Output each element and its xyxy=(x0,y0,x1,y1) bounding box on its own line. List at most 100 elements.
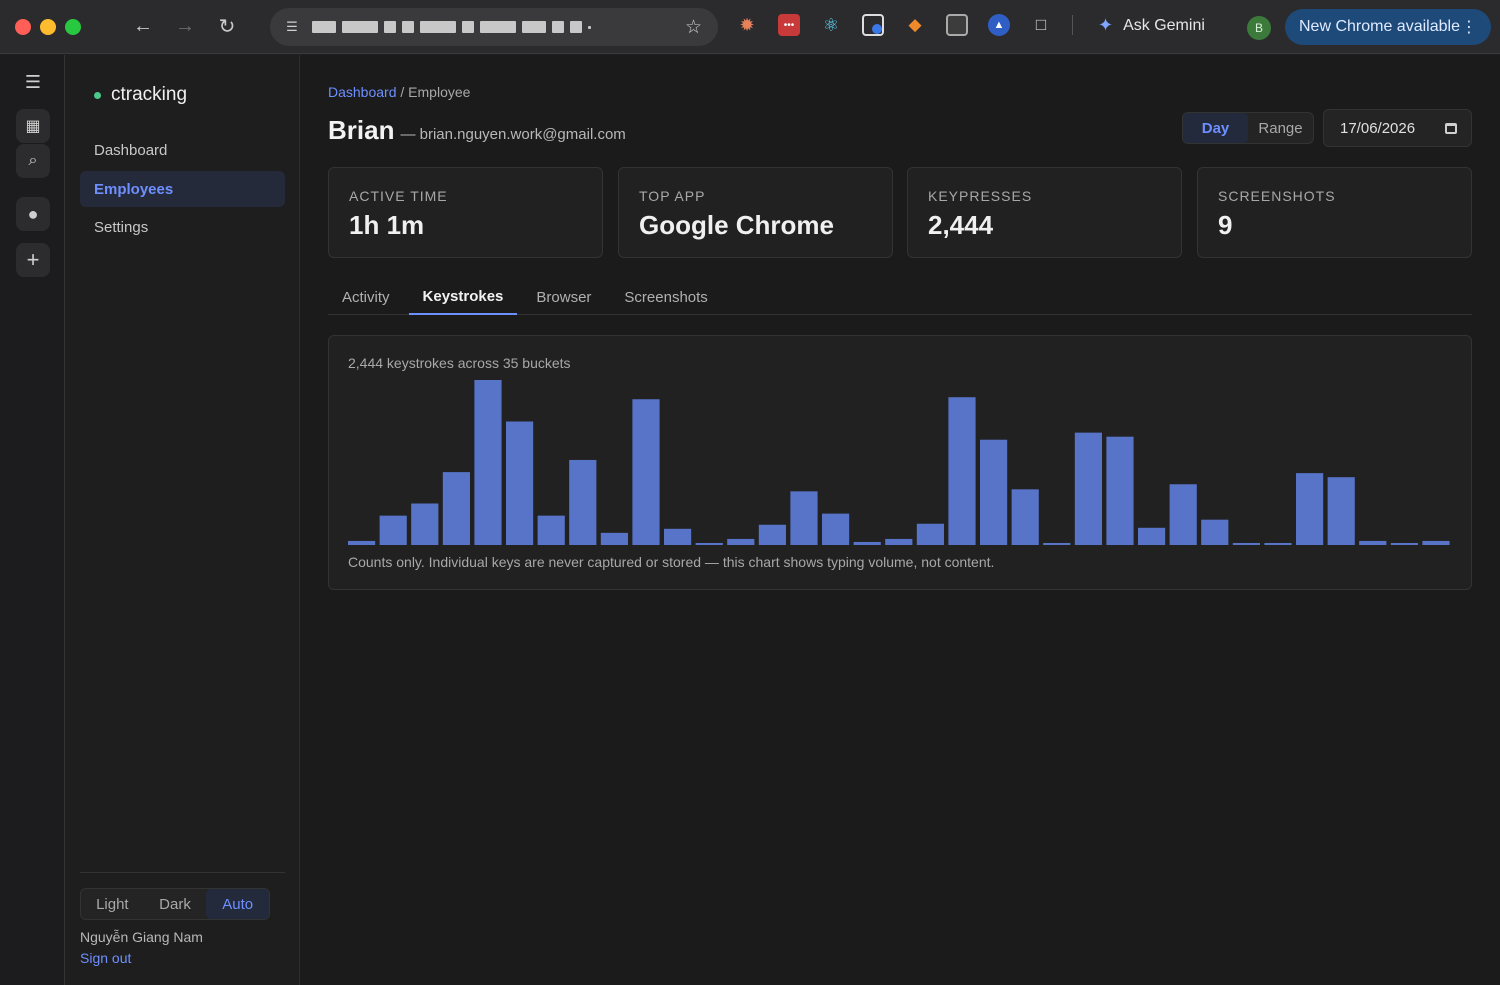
chart-bar xyxy=(1327,477,1355,545)
brand-status-dot xyxy=(94,91,101,99)
chart-bar xyxy=(1043,542,1071,545)
sidebar-item-dashboard[interactable]: Dashboard xyxy=(80,132,285,168)
add-icon[interactable]: + xyxy=(16,243,50,277)
sign-out-link[interactable]: Sign out xyxy=(80,950,131,966)
new-chrome-available-button[interactable]: New Chrome available ⋮ xyxy=(1285,9,1491,45)
date-value: 17/06/2026 xyxy=(1340,119,1416,137)
chart-bar xyxy=(1296,473,1324,545)
chart-bar xyxy=(1422,540,1450,545)
new-chrome-label: New Chrome available xyxy=(1299,18,1460,35)
calendar-icon[interactable] xyxy=(1445,122,1457,134)
chart-bar xyxy=(474,380,502,545)
back-arrow-icon[interactable]: ← xyxy=(133,15,153,37)
claude-extension-icon[interactable]: ✹ xyxy=(736,14,758,36)
chart-bar xyxy=(822,513,850,545)
chart-bar xyxy=(537,515,565,545)
ask-gemini-label: Ask Gemini xyxy=(1123,16,1205,34)
employee-name: Brian xyxy=(328,115,395,145)
chart-bar xyxy=(853,541,881,545)
window-controls xyxy=(15,18,81,35)
close-window-button[interactable] xyxy=(15,18,31,35)
minimize-window-button[interactable] xyxy=(40,18,56,35)
globe-icon[interactable]: ● xyxy=(16,197,50,231)
breadcrumb-current: Employee xyxy=(408,84,471,100)
chart-bar xyxy=(379,515,407,545)
stat-value: Google Chrome xyxy=(639,210,835,240)
tab-activity[interactable]: Activity xyxy=(328,279,404,315)
metamask-extension-icon[interactable]: ◆ xyxy=(904,14,926,36)
chart-bar xyxy=(1106,436,1134,545)
main-content: Dashboard / Employee Brian — brian.nguye… xyxy=(300,55,1500,985)
brand-name: ctracking xyxy=(111,84,188,105)
chart-bar xyxy=(1232,542,1260,545)
stat-value: 2,444 xyxy=(928,210,994,240)
tab-browser[interactable]: Browser xyxy=(522,279,605,315)
date-picker-input[interactable]: 17/06/2026 xyxy=(1323,109,1472,147)
tab-screenshots[interactable]: Screenshots xyxy=(610,279,721,315)
maximize-window-button[interactable] xyxy=(65,18,81,35)
app-sidebar: ctracking Dashboard Employees Settings L… xyxy=(66,55,300,985)
keystrokes-chart-card: 2,444 keystrokes across 35 buckets Count… xyxy=(328,335,1472,590)
forward-arrow-icon[interactable]: → xyxy=(175,15,195,37)
date-mode-toggle: Day Range xyxy=(1182,112,1314,144)
chart-bar xyxy=(506,421,534,545)
sidebar-item-settings[interactable]: Settings xyxy=(80,209,285,245)
more-vert-icon[interactable]: ⋮ xyxy=(1461,17,1477,37)
ask-gemini-button[interactable]: ✦ Ask Gemini xyxy=(1098,15,1205,36)
chart-bar xyxy=(980,439,1008,545)
theme-light-option[interactable]: Light xyxy=(81,889,144,919)
theme-dark-option[interactable]: Dark xyxy=(144,889,207,919)
chart-bar xyxy=(348,540,376,545)
stat-value: 9 xyxy=(1218,210,1233,240)
employee-tabs: Activity Keystrokes Browser Screenshots xyxy=(328,279,1472,315)
vpn-extension-icon[interactable]: ▲ xyxy=(988,14,1010,36)
chart-bar xyxy=(664,528,692,545)
address-bar[interactable]: ☰ ☆ xyxy=(270,8,718,46)
chart-bar xyxy=(695,542,723,545)
chart-bar xyxy=(411,503,439,545)
chart-bar xyxy=(1201,519,1229,545)
chart-bar xyxy=(948,397,976,545)
search-list-icon[interactable]: ⌕ xyxy=(16,144,50,178)
grid-apps-icon[interactable]: ▦ xyxy=(16,109,50,143)
chart-privacy-note: Counts only. Individual keys are never c… xyxy=(348,554,995,570)
bookmark-star-icon[interactable]: ☆ xyxy=(685,16,702,39)
stat-card-keypresses: Keypresses 2,444 xyxy=(907,167,1182,258)
chart-bar xyxy=(790,491,818,545)
page-title: Brian — brian.nguyen.work@gmail.com xyxy=(328,115,626,146)
keystrokes-bar-chart xyxy=(348,380,1450,545)
theme-switcher: Light Dark Auto xyxy=(80,888,270,920)
chart-bar xyxy=(600,532,628,545)
breadcrumb-separator: / xyxy=(396,84,409,100)
window-extension-icon[interactable] xyxy=(946,14,968,36)
mode-range-option[interactable]: Range xyxy=(1248,113,1313,143)
chart-bar xyxy=(758,524,786,545)
breadcrumb-dashboard-link[interactable]: Dashboard xyxy=(328,84,397,100)
brand[interactable]: ctracking xyxy=(94,84,187,106)
password-manager-extension-icon[interactable]: ••• xyxy=(778,14,800,36)
profile-avatar[interactable]: B xyxy=(1247,16,1271,40)
screen-capture-extension-icon[interactable] xyxy=(862,14,884,36)
mode-day-option[interactable]: Day xyxy=(1183,113,1248,143)
chart-bar xyxy=(442,472,470,545)
gemini-sparkle-icon: ✦ xyxy=(1098,15,1114,35)
chart-bar xyxy=(727,538,755,545)
chart-bar xyxy=(1074,432,1102,545)
tab-keystrokes[interactable]: Keystrokes xyxy=(408,279,518,315)
reload-icon[interactable]: ↻ xyxy=(217,16,237,38)
react-devtools-extension-icon[interactable]: ⚛ xyxy=(820,14,842,36)
chart-bar xyxy=(1169,484,1197,545)
collapse-menu-icon[interactable]: ☰ xyxy=(16,65,50,99)
extensions-puzzle-icon[interactable]: □ xyxy=(1030,14,1052,36)
breadcrumb: Dashboard / Employee xyxy=(328,84,470,100)
stat-label: Screenshots xyxy=(1218,188,1336,204)
chart-bar xyxy=(1138,527,1166,545)
sidebar-item-employees[interactable]: Employees xyxy=(80,171,285,207)
chart-bar xyxy=(632,399,660,545)
sidebar-divider xyxy=(80,872,285,873)
theme-auto-option[interactable]: Auto xyxy=(206,889,270,919)
redacted-url xyxy=(312,21,591,33)
stat-value: 1h 1m xyxy=(349,210,425,240)
chart-bar xyxy=(1359,540,1387,545)
site-info-icon[interactable]: ☰ xyxy=(280,15,304,39)
